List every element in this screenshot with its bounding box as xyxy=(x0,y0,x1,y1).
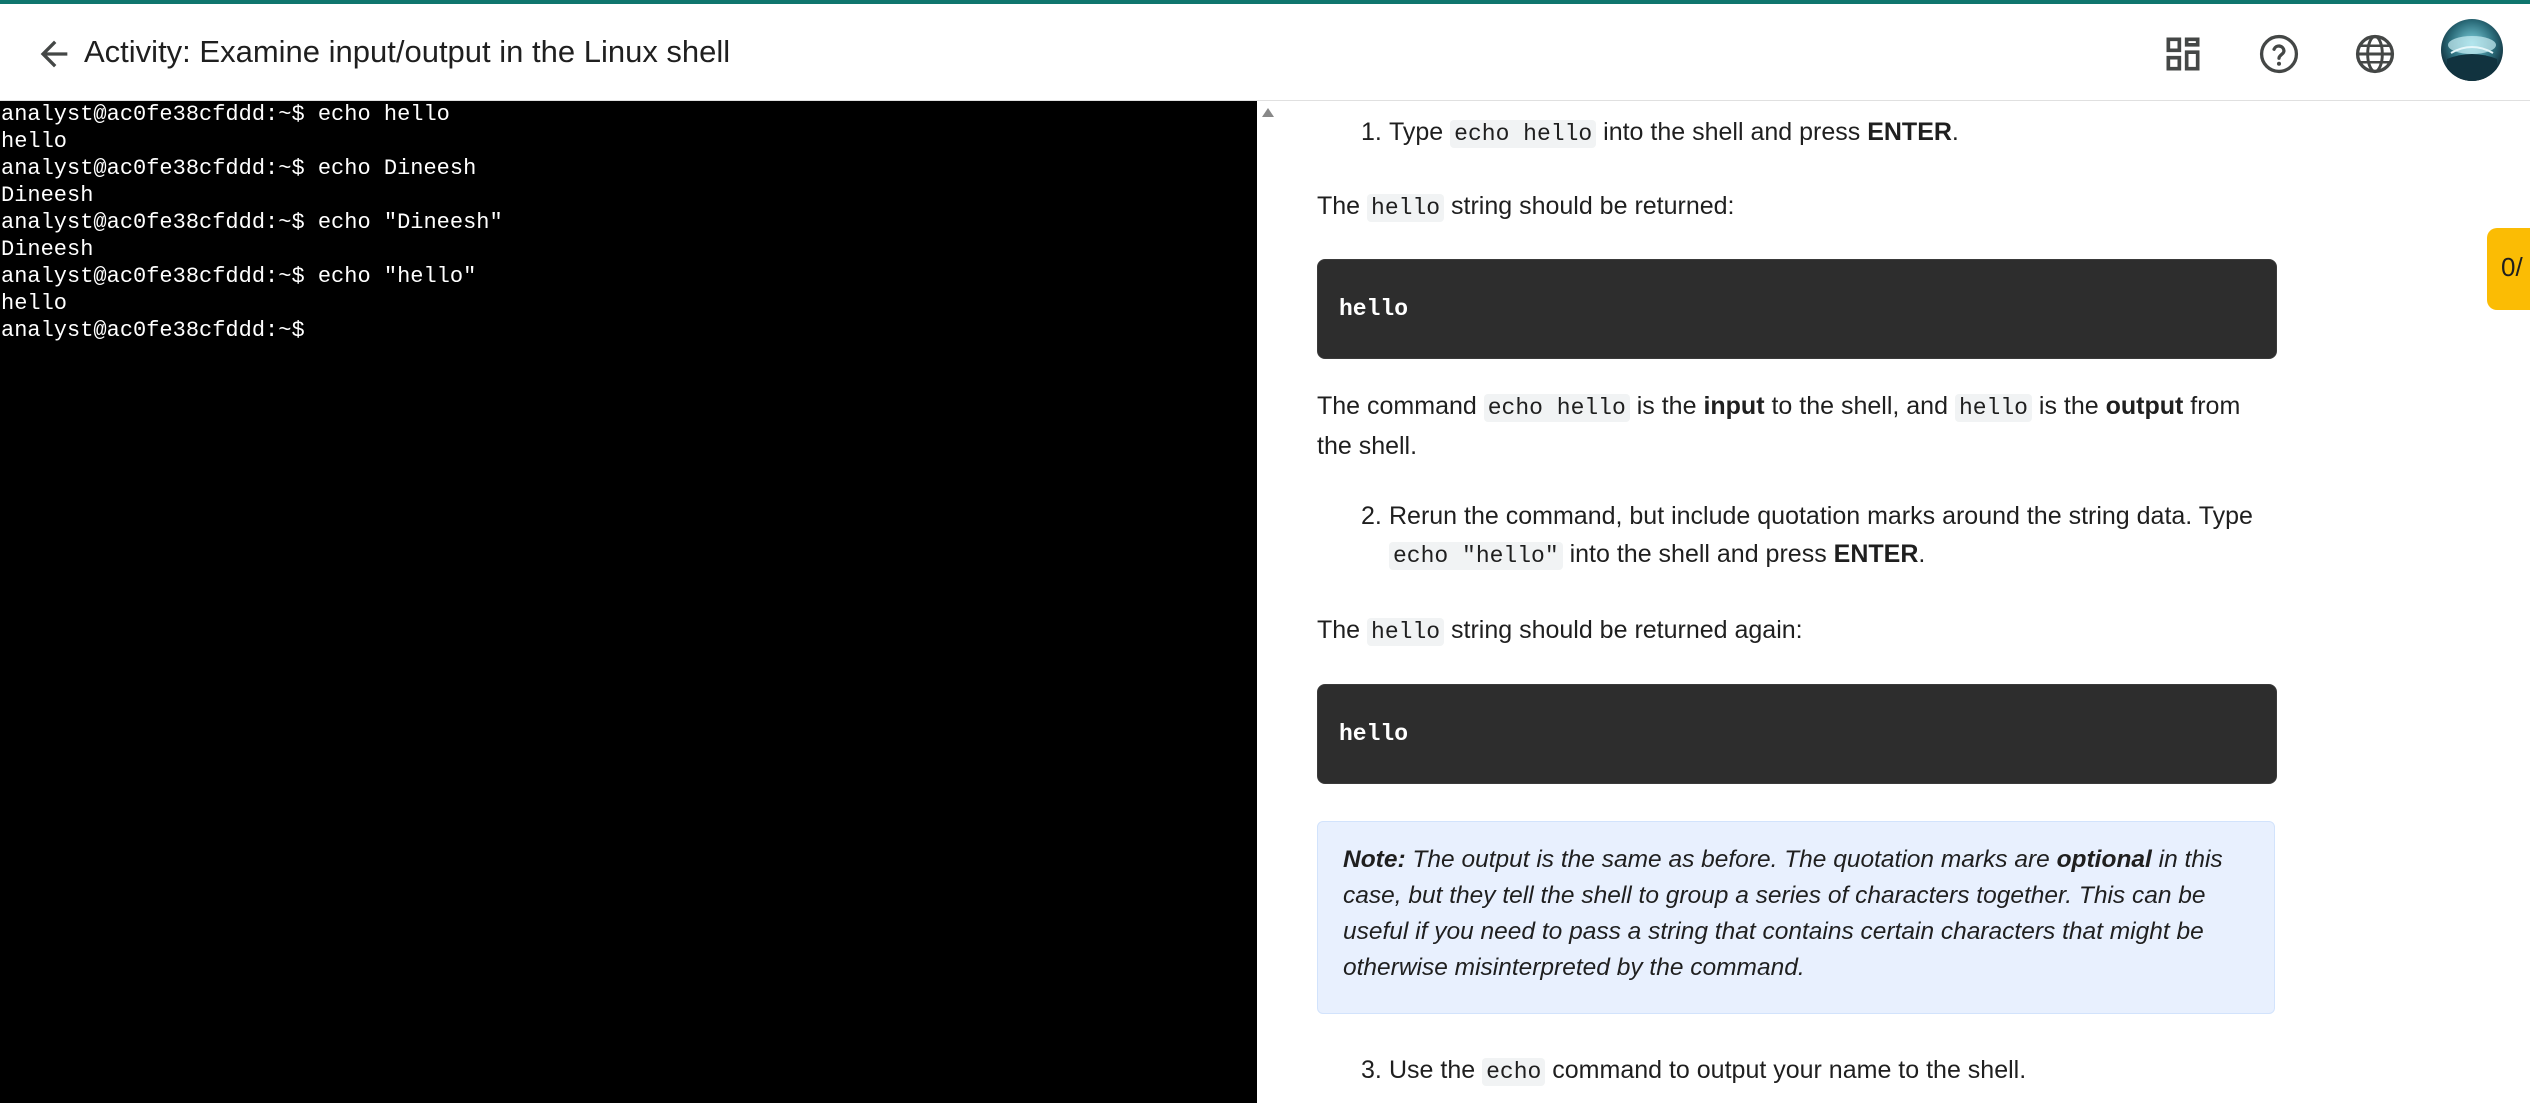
text-span: Use the xyxy=(1389,1056,1483,1084)
step-1-text: Type echo hello into the shell and press… xyxy=(1389,113,2289,153)
code-block[interactable]: hello xyxy=(1317,684,2277,784)
language-button[interactable] xyxy=(2353,32,2397,76)
text-span: into the shell and press xyxy=(1562,540,1834,568)
text-span: Type xyxy=(1389,118,1451,146)
terminal-line: analyst@ac0fe38cfddd:~$ echo "Dineesh" xyxy=(1,210,503,235)
text-span: string should be returned again: xyxy=(1444,616,1803,644)
bold-text: input xyxy=(1703,392,1765,420)
step-number: 3. xyxy=(1361,1056,1382,1084)
text-span: Rerun the command, but include quotation… xyxy=(1389,502,2253,530)
progress-label: 0/ xyxy=(2501,252,2523,282)
bold-text: output xyxy=(2105,392,2184,420)
step-2-text: Rerun the command, but include quotation… xyxy=(1389,497,2289,575)
code-block-text: hello xyxy=(1339,721,1409,747)
text-span: string should be returned: xyxy=(1444,192,1735,220)
terminal-panel[interactable]: analyst@ac0fe38cfddd:~$ echo hello hello… xyxy=(0,101,1257,1103)
paragraph: The hello string should be returned: xyxy=(1317,187,2277,227)
bold-text: optional xyxy=(2056,846,2152,873)
step-number: 2. xyxy=(1361,502,1382,530)
inline-code: hello xyxy=(1954,394,2032,422)
terminal-line: hello xyxy=(1,291,68,316)
terminal-line: Dineesh xyxy=(1,237,94,262)
step-number: 1. xyxy=(1361,118,1382,146)
terminal-prompt: analyst@ac0fe38cfddd:~$ xyxy=(1,318,305,343)
text-span: The command xyxy=(1317,392,1484,420)
note-callout: Note: The output is the same as before. … xyxy=(1317,821,2275,1014)
paragraph: The hello string should be returned agai… xyxy=(1317,611,2277,651)
text-span: . xyxy=(1951,118,1959,146)
note-label: Note: xyxy=(1343,846,1406,873)
enter-key-label: ENTER xyxy=(1833,540,1919,568)
enter-key-label: ENTER xyxy=(1867,118,1952,146)
user-avatar[interactable] xyxy=(2441,19,2503,81)
text-span: is the xyxy=(1629,392,1704,420)
text-span: The output is the same as before. The qu… xyxy=(1405,846,2057,873)
header-bar: Activity: Examine input/output in the Li… xyxy=(0,4,2530,101)
inline-code: echo hello xyxy=(1450,120,1597,148)
code-block[interactable]: hello xyxy=(1317,259,2277,359)
help-button[interactable] xyxy=(2257,32,2301,76)
terminal-line: analyst@ac0fe38cfddd:~$ echo "hello" xyxy=(1,264,477,289)
text-span: . xyxy=(1918,540,1926,568)
page-title: Activity: Examine input/output in the Li… xyxy=(84,34,731,69)
text-span: command to output your name to the shell… xyxy=(1545,1056,2027,1084)
inline-code: hello xyxy=(1367,194,1445,222)
help-icon xyxy=(2259,34,2299,74)
back-button[interactable] xyxy=(34,34,74,74)
dashboard-button[interactable] xyxy=(2161,32,2205,76)
globe-icon xyxy=(2355,34,2395,74)
text-span: is the xyxy=(2031,392,2106,420)
text-span: to the shell, and xyxy=(1764,392,1955,420)
text-span: The xyxy=(1317,616,1368,644)
back-arrow-icon xyxy=(40,40,68,68)
terminal-line: Dineesh xyxy=(1,183,94,208)
code-block-text: hello xyxy=(1339,296,1409,322)
avatar-image xyxy=(2441,19,2503,81)
inline-code: echo hello xyxy=(1483,394,1630,422)
terminal-line: hello xyxy=(1,129,68,154)
instructions-panel: 1. Type echo hello into the shell and pr… xyxy=(1258,101,2530,1103)
dashboard-icon xyxy=(2166,37,2200,71)
terminal-line: analyst@ac0fe38cfddd:~$ echo hello xyxy=(1,102,450,127)
text-span: into the shell and press xyxy=(1596,118,1868,146)
terminal-line: analyst@ac0fe38cfddd:~$ echo Dineesh xyxy=(1,156,477,181)
paragraph: The command echo hello is the input to t… xyxy=(1317,387,2277,465)
inline-code: hello xyxy=(1367,618,1445,646)
step-3-text: Use the echo command to output your name… xyxy=(1389,1051,2289,1091)
text-span: The xyxy=(1317,192,1368,220)
progress-side-tab[interactable]: 0/ xyxy=(2487,228,2530,310)
inline-code: echo "hello" xyxy=(1389,542,1563,570)
inline-code: echo xyxy=(1482,1058,1546,1086)
